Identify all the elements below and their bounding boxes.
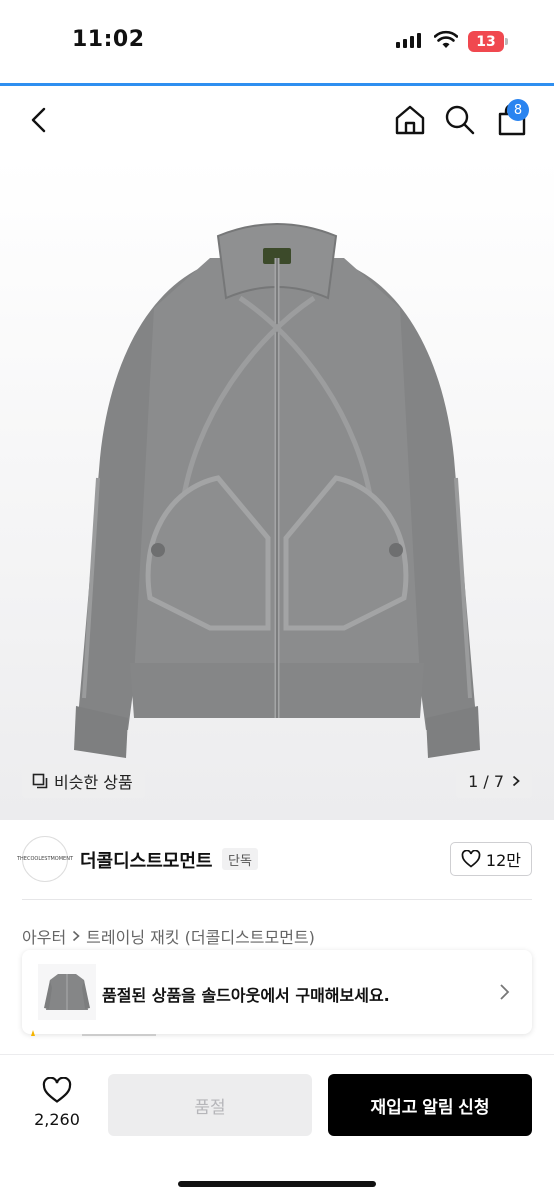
search-icon[interactable] <box>442 102 478 138</box>
bottom-action-bar: 2,260 품절 재입고 알림 신청 <box>0 1054 554 1200</box>
soldout-button: 품절 <box>108 1074 312 1136</box>
banner-product-thumbnail <box>38 964 96 1020</box>
product-like-count: 2,260 <box>34 1110 80 1129</box>
brand-logo[interactable]: THECOOLESTMOMENT <box>17 836 73 882</box>
brand-like-button[interactable]: 12만 <box>449 842 532 876</box>
brand-row[interactable]: THECOOLESTMOMENT 더콜디스트모먼트 단독 12만 <box>17 836 532 884</box>
wifi-icon <box>434 30 458 48</box>
heart-icon <box>461 850 481 868</box>
breadcrumb-subcategory[interactable]: 트레이닝 재킷 (더콜디스트모먼트) <box>86 924 315 948</box>
battery-icon: 13 <box>468 31 508 52</box>
product-image-carousel[interactable]: 비슷한 상품 1 / 7 <box>0 158 554 820</box>
hidden-content-underline <box>82 1034 156 1036</box>
brand-like-count: 12만 <box>485 851 521 870</box>
breadcrumb-category[interactable]: 아우터 <box>22 924 66 948</box>
chevron-right-icon <box>500 984 510 1000</box>
breadcrumb: 아우터 트레이닝 재킷 (더콜디스트모먼트) <box>22 924 315 948</box>
copy-icon <box>32 773 48 789</box>
product-like-button[interactable]: 2,260 <box>28 1077 86 1129</box>
home-indicator[interactable] <box>178 1181 376 1187</box>
similar-products-button[interactable]: 비슷한 상품 <box>22 764 145 798</box>
status-time: 11:02 <box>72 27 145 52</box>
brand-name[interactable]: 더콜디스트모먼트 <box>80 847 212 873</box>
soldout-banner-text: 품절된 상품을 솔드아웃에서 구매해보세요. <box>102 986 390 1005</box>
similar-products-label: 비슷한 상품 <box>54 773 133 792</box>
section-divider <box>22 899 532 900</box>
exclusive-tag: 단독 <box>222 848 258 870</box>
star-icon <box>26 1030 40 1036</box>
restock-alert-button[interactable]: 재입고 알림 신청 <box>328 1074 532 1136</box>
home-icon[interactable] <box>392 102 428 138</box>
brand-logo-text: THECOOLESTMOMENT <box>16 856 74 862</box>
top-nav-bar <box>0 86 554 158</box>
battery-level: 13 <box>468 31 504 52</box>
status-bar: 11:02 13 <box>0 0 554 84</box>
chevron-right-icon <box>512 775 520 787</box>
cellular-signal-icon <box>396 33 421 48</box>
soldout-banner[interactable]: 품절된 상품을 솔드아웃에서 구매해보세요. <box>22 950 532 1034</box>
image-page-text: 1 / 7 <box>468 771 504 791</box>
product-jacket-image <box>74 223 480 758</box>
chevron-left-icon[interactable] <box>22 102 58 138</box>
chevron-right-icon <box>73 930 80 942</box>
image-page-indicator[interactable]: 1 / 7 <box>456 764 532 798</box>
cart-count-badge: 8 <box>507 99 529 121</box>
heart-icon <box>42 1077 72 1103</box>
